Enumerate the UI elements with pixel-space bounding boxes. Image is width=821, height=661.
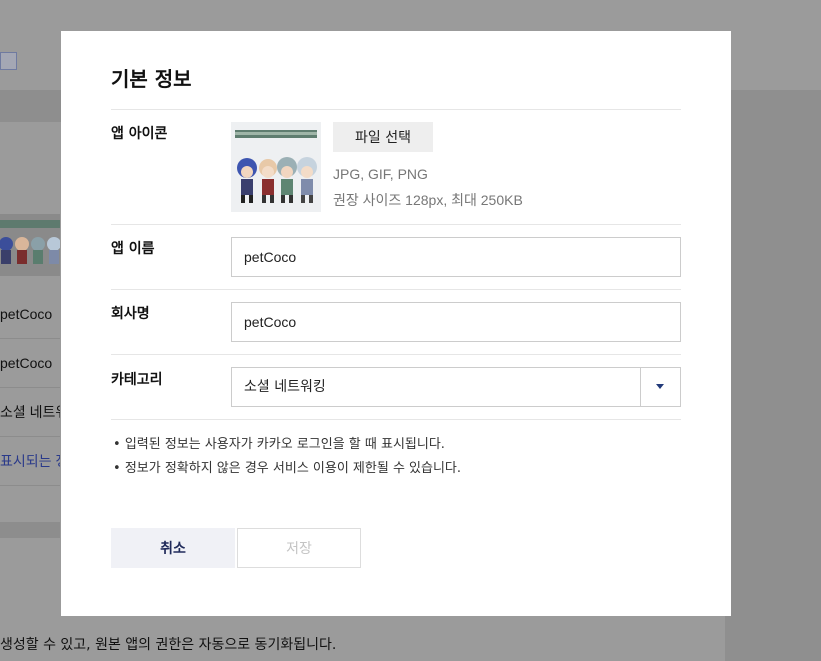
- company-name-input[interactable]: [231, 302, 681, 342]
- category-selected-value: 소셜 네트워킹: [244, 379, 326, 395]
- divider: [111, 289, 681, 290]
- background-row: 소셜 네트워: [0, 388, 60, 437]
- cancel-button[interactable]: 취소: [111, 528, 235, 568]
- category-dropdown-toggle[interactable]: [640, 368, 680, 406]
- app-icon-preview: [231, 122, 321, 212]
- notes-list: 입력된 정보는 사용자가 카카오 로그인을 할 때 표시됩니다. 정보가 정확하…: [113, 433, 461, 481]
- app-icon-label: 앱 아이콘: [111, 126, 168, 142]
- file-select-button[interactable]: 파일 선택: [333, 122, 433, 152]
- file-format-hint: JPG, GIF, PNG: [333, 166, 428, 182]
- background-row: petCoco: [0, 339, 60, 388]
- app-name-input[interactable]: [231, 237, 681, 277]
- chevron-down-icon: [656, 384, 664, 389]
- note-item: 정보가 정확하지 않은 경우 서비스 이용이 제한될 수 있습니다.: [113, 457, 461, 481]
- company-name-label: 회사명: [111, 306, 150, 322]
- background-row: petCoco: [0, 290, 60, 339]
- divider: [111, 354, 681, 355]
- file-size-hint: 권장 사이즈 128px, 최대 250KB: [333, 192, 523, 208]
- background-app-icon: [0, 214, 60, 276]
- note-item: 입력된 정보는 사용자가 카카오 로그인을 할 때 표시됩니다.: [113, 433, 461, 457]
- modal-title: 기본 정보: [111, 67, 192, 91]
- save-button[interactable]: 저장: [237, 528, 361, 568]
- divider: [111, 224, 681, 225]
- app-name-label: 앱 이름: [111, 241, 155, 257]
- background-footer-text: 생성할 수 있고, 원본 앱의 권한은 자동으로 동기화됩니다.: [0, 637, 337, 653]
- divider: [111, 109, 681, 110]
- basic-info-modal: 기본 정보 앱 아이콘 파일 선택 JPG, GIF, PNG 권장 사이즈 1…: [61, 31, 731, 616]
- background-link: 표시되는 정보: [0, 437, 60, 486]
- background-input: [0, 52, 17, 70]
- background-side-panel: [725, 90, 821, 661]
- category-label: 카테고리: [111, 372, 163, 388]
- category-select[interactable]: 소셜 네트워킹: [231, 367, 681, 407]
- background-band: [0, 522, 60, 538]
- divider: [111, 419, 681, 420]
